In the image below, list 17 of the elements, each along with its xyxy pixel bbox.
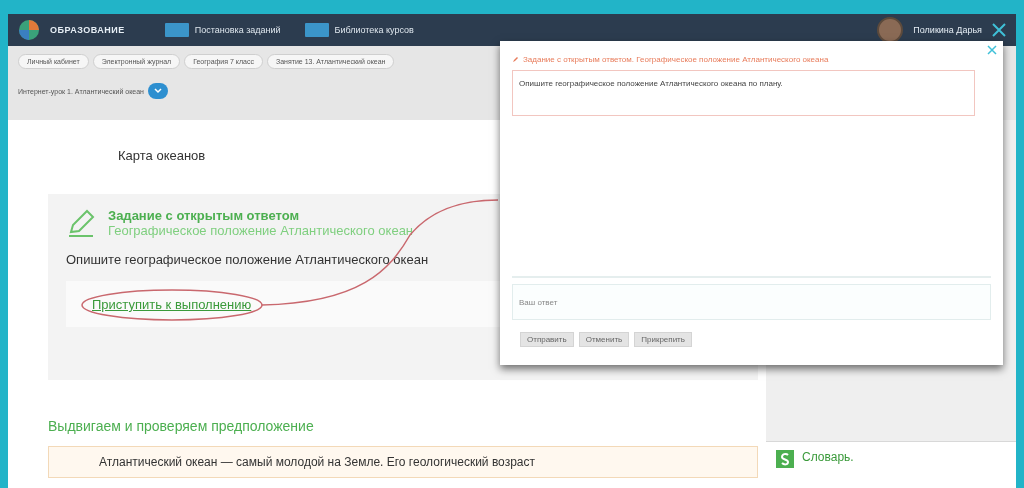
dialog-question: Опишите географическое положение Атлантического океана по плану. bbox=[512, 70, 975, 116]
glossary-link[interactable]: Словарь. bbox=[802, 450, 854, 464]
dialog-button[interactable]: Отменить bbox=[578, 332, 630, 347]
user-name[interactable]: Поликина Дарья bbox=[913, 25, 982, 35]
map-title: Карта океанов bbox=[118, 148, 207, 165]
task-question: Опишите географическое положение Атлантического океан bbox=[66, 252, 430, 267]
answer-field[interactable]: Ваш ответ bbox=[512, 284, 991, 320]
dialog-title: Задание с открытым ответом. Географическое положение Атлантического океана bbox=[523, 55, 829, 64]
section-title: Выдвигаем и проверяем предположение bbox=[48, 418, 315, 434]
logo-text: ОБРАЗОВАНИЕ bbox=[50, 25, 125, 35]
paragraph: Атлантический океан — самый молодой на Земле. Его геологический возраст bbox=[48, 446, 758, 478]
dialog-button[interactable]: Отправить bbox=[520, 332, 574, 347]
task-type: Задание с открытым ответом bbox=[108, 208, 301, 223]
nav-link[interactable]: Библиотека курсов bbox=[334, 25, 414, 35]
task-topic: Географическое положение Атлантического океан bbox=[108, 223, 414, 238]
dialog-button[interactable]: Прикрепить bbox=[634, 332, 692, 347]
nav-link[interactable]: Постановка заданий bbox=[194, 25, 281, 35]
